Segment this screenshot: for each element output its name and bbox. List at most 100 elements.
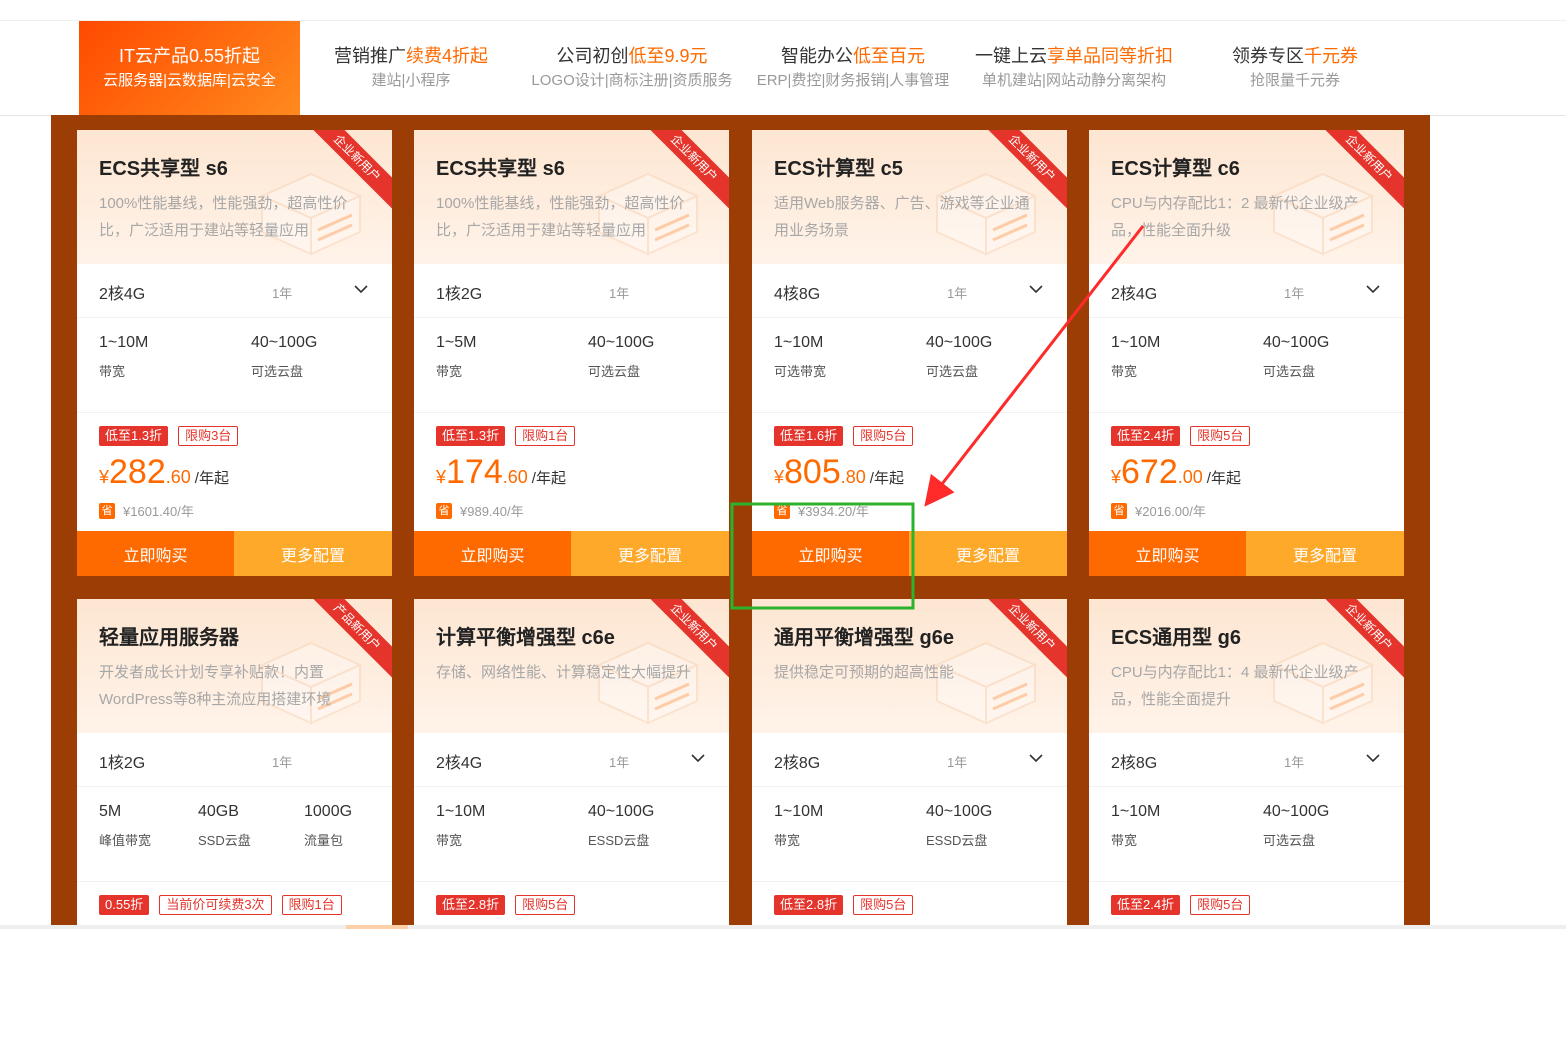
buy-now-button[interactable]: 立即购买	[77, 531, 234, 576]
saving-icon: 省	[436, 502, 452, 519]
chevron-down-icon[interactable]	[1364, 280, 1382, 298]
card-description: 100%性能基线，性能强劲，超高性价比，广泛适用于建站等轻量应用	[436, 195, 685, 239]
nav-item-coupons[interactable]: 领券专区千元券 抢限量千元券	[1184, 21, 1406, 115]
limit-tag: 限购5台	[1190, 895, 1251, 915]
product-card: 计算平衡增强型 c6e 存储、网络性能、计算稳定性大幅提升 企业新用户 2核4G…	[414, 599, 729, 1045]
attr-label: 可选带宽	[774, 364, 827, 379]
discount-tags: 低至2.8折 限购5台	[436, 895, 576, 915]
product-card: ECS计算型 c5 适用Web服务器、广告、游戏等企业通用业务场景 企业新用户 …	[752, 130, 1067, 576]
card-header: 轻量应用服务器 开发者成长计划专享补贴款！内置WordPress等8种主流应用搭…	[77, 599, 392, 733]
card-description: 开发者成长计划专享补贴款！内置WordPress等8种主流应用搭建环境	[99, 664, 332, 708]
nav-item-startup[interactable]: 公司初创低至9.9元 LOGO设计|商标注册|资质服务	[522, 21, 742, 115]
original-price: 省 ¥989.40/年	[436, 501, 524, 520]
attr-bandwidth: 1~10M 带宽	[1111, 803, 1160, 849]
price-unit: /年起	[531, 470, 566, 487]
chevron-down-icon[interactable]	[1027, 749, 1045, 767]
nav-item-subtitle: 抢限量千元券	[1249, 72, 1340, 89]
chevron-down-icon[interactable]	[352, 280, 370, 298]
duration-value: 1年	[1284, 755, 1305, 770]
duration-value: 1年	[272, 755, 293, 770]
price-integer: 672	[1121, 453, 1178, 491]
spec-value: 4核8G	[774, 286, 821, 303]
attr-bandwidth: 1~10M 带宽	[774, 803, 823, 849]
nav-item-highlight: 千元券	[1304, 46, 1358, 66]
spec-selector[interactable]: 2核8G 1年	[752, 733, 1067, 787]
spec-selector[interactable]: 1核2G 1年	[77, 733, 392, 787]
more-config-button[interactable]: 更多配置	[234, 531, 392, 576]
price: ¥672.00/年起	[1111, 453, 1241, 492]
attr-label: 可选云盘	[588, 364, 641, 379]
spec-value: 1核2G	[436, 286, 483, 303]
spec-value: 2核4G	[436, 755, 483, 772]
spec-selector[interactable]: 2核4G 1年	[1089, 264, 1404, 318]
attr-value: 1~10M	[774, 334, 824, 351]
price-integer: 174	[446, 453, 503, 491]
card-pricing: 低至1.3折 限购1台 ¥174.60/年起 省 ¥989.40/年	[414, 413, 729, 531]
spec-value: 2核8G	[774, 755, 821, 772]
spec-selector[interactable]: 1核2G 1年	[414, 264, 729, 318]
discount-tags: 0.55折 当前价可续费3次 限购1台	[99, 895, 342, 915]
attr-value: 40~100G	[588, 803, 655, 820]
card-actions: 立即购买 更多配置	[77, 531, 392, 576]
attr-bandwidth: 5M 峰值带宽	[99, 803, 151, 849]
buy-now-button[interactable]: 立即购买	[1089, 531, 1246, 576]
attr-value: 1~10M	[774, 803, 824, 820]
attr-label: 带宽	[436, 364, 463, 379]
card-title: ECS通用型 g6	[1111, 627, 1242, 649]
discount-tags: 低至2.4折 限购5台	[1111, 426, 1251, 446]
duration-value: 1年	[947, 286, 968, 301]
currency-symbol: ¥	[436, 467, 447, 487]
discount-tag: 低至2.4折	[1111, 895, 1181, 915]
price-integer: 805	[784, 453, 841, 491]
card-description: 提供稳定可预期的超高性能	[774, 664, 955, 681]
attr-label: 带宽	[1111, 364, 1138, 379]
spec-selector[interactable]: 2核4G 1年	[414, 733, 729, 787]
attr-value: 1000G	[304, 803, 353, 820]
price-decimal: .60	[502, 467, 528, 487]
attr-label: 可选云盘	[926, 364, 979, 379]
attr-value: 40~100G	[926, 334, 993, 351]
spec-selector[interactable]: 2核8G 1年	[1089, 733, 1404, 787]
nav-item-marketing[interactable]: 营销推广续费4折起 建站|小程序	[300, 21, 522, 115]
product-card: 通用平衡增强型 g6e 提供稳定可预期的超高性能 企业新用户 2核8G 1年 1…	[752, 599, 1067, 1045]
attr-label: 可选云盘	[1263, 833, 1316, 848]
more-config-button[interactable]: 更多配置	[1246, 531, 1404, 576]
nav-item-title: 营销推广	[333, 46, 406, 66]
discount-tags: 低至2.4折 限购5台	[1111, 895, 1251, 915]
limit-tag: 限购5台	[515, 895, 576, 915]
saving-icon: 省	[774, 502, 790, 519]
attr-label: 可选云盘	[251, 364, 304, 379]
limit-tag: 限购5台	[1190, 426, 1251, 446]
currency-symbol: ¥	[774, 467, 785, 487]
attr-value: 5M	[99, 803, 122, 820]
nav-item-cloud-migration[interactable]: 一键上云享单品同等折扣 单机建站|网站动静分离架构	[964, 21, 1184, 115]
spec-selector[interactable]: 4核8G 1年	[752, 264, 1067, 318]
buy-now-button[interactable]: 立即购买	[752, 531, 909, 576]
chevron-down-icon[interactable]	[1364, 749, 1382, 767]
card-pricing: 低至2.8折 限购5台	[752, 882, 1067, 1000]
chevron-down-icon[interactable]	[689, 749, 707, 767]
nav-item-office[interactable]: 智能办公低至百元 ERP|费控|财务报销|人事管理	[742, 21, 964, 115]
original-price: 省 ¥2016.00/年	[1111, 501, 1206, 520]
buy-now-button[interactable]: 立即购买	[414, 531, 571, 576]
card-pricing: 低至2.4折 限购5台	[1089, 882, 1404, 1000]
product-card: ECS通用型 g6 CPU与内存配比1：4 最新代企业级产品，性能全面提升 企业…	[1089, 599, 1404, 1045]
scroll-indicator-thumb[interactable]	[346, 925, 408, 929]
card-header: ECS共享型 s6 100%性能基线，性能强劲，超高性价比，广泛适用于建站等轻量…	[414, 130, 729, 264]
more-config-button[interactable]: 更多配置	[909, 531, 1067, 576]
card-header: ECS共享型 s6 100%性能基线，性能强劲，超高性价比，广泛适用于建站等轻量…	[77, 130, 392, 264]
limit-tag: 限购1台	[515, 426, 576, 446]
nav-item-title: IT云产品0.55折起	[118, 46, 261, 66]
promo-nav-bar: IT云产品0.55折起 云服务器|云数据库|云安全 营销推广续费4折起 建站|小…	[0, 20, 1566, 116]
renew-tag: 当前价可续费3次	[159, 895, 272, 915]
nav-item-it-cloud[interactable]: IT云产品0.55折起 云服务器|云数据库|云安全	[79, 21, 300, 115]
card-attributes: 1~10M 可选带宽 40~100G 可选云盘	[752, 318, 1067, 413]
attr-value: 40~100G	[588, 334, 655, 351]
spec-value: 2核8G	[1111, 755, 1158, 772]
product-card: ECS计算型 c6 CPU与内存配比1：2 最新代企业级产品，性能全面升级 企业…	[1089, 130, 1404, 576]
spec-selector[interactable]: 2核4G 1年	[77, 264, 392, 318]
price-decimal: .00	[1177, 467, 1203, 487]
attr-value: 1~5M	[436, 334, 477, 351]
chevron-down-icon[interactable]	[1027, 280, 1045, 298]
more-config-button[interactable]: 更多配置	[571, 531, 729, 576]
